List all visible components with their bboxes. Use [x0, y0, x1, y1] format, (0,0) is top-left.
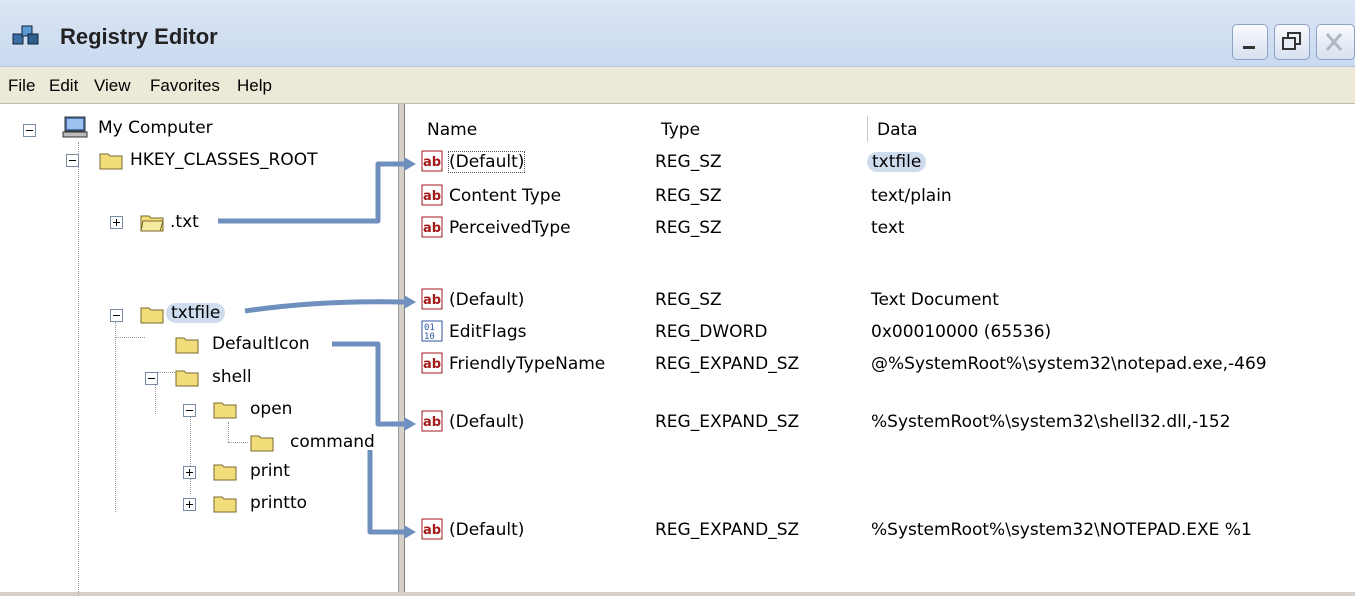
value-list-pane[interactable]: Name Type Data ab (Default) REG_SZ txtfile a… — [404, 104, 1355, 592]
value-type[interactable]: REG_EXPAND_SZ — [655, 412, 799, 432]
value-data[interactable]: 0x00010000 (65536) — [871, 322, 1051, 342]
column-header-name[interactable]: Name — [427, 120, 477, 140]
value-name[interactable]: FriendlyTypeName — [449, 354, 605, 374]
value-name[interactable]: (Default) — [447, 151, 526, 173]
key-tree-pane[interactable]: My Computer HKEY_CLASSES_ROOT .txt txtfi… — [0, 104, 399, 596]
string-value-icon: ab — [421, 352, 443, 374]
window-title: Registry Editor — [60, 24, 218, 49]
collapse-icon[interactable] — [23, 124, 36, 137]
value-data[interactable]: %SystemRoot%\system32\shell32.dll,-152 — [871, 412, 1231, 432]
column-header-data[interactable]: Data — [877, 120, 918, 140]
folder-icon — [99, 153, 123, 170]
string-value-icon: ab — [421, 184, 443, 206]
collapse-icon[interactable] — [110, 309, 123, 322]
collapse-icon[interactable] — [145, 372, 158, 385]
folder-icon — [213, 464, 237, 481]
string-value-icon: ab — [421, 410, 443, 432]
value-data[interactable]: text/plain — [871, 186, 952, 206]
collapse-icon[interactable] — [183, 404, 196, 417]
open-folder-icon — [140, 215, 164, 232]
binary-value-icon: 0110 — [421, 320, 443, 342]
folder-icon — [213, 402, 237, 419]
tree-node-hkey-classes-root[interactable]: HKEY_CLASSES_ROOT — [130, 150, 318, 170]
tree-node-defaulticon[interactable]: DefaultIcon — [212, 334, 310, 354]
svg-text:10: 10 — [424, 332, 435, 342]
menu-help[interactable]: Help — [237, 76, 272, 96]
folder-icon — [175, 370, 199, 387]
restore-icon — [1282, 32, 1301, 50]
value-data[interactable]: text — [871, 218, 905, 238]
string-value-icon: ab — [421, 288, 443, 310]
svg-text:ab: ab — [423, 523, 441, 538]
folder-icon — [250, 435, 274, 452]
pane-splitter[interactable] — [399, 104, 403, 592]
expand-icon[interactable] — [183, 466, 196, 479]
tree-node-my-computer[interactable]: My Computer — [98, 118, 213, 138]
tree-node-command[interactable]: command — [290, 432, 375, 452]
tree-node-shell[interactable]: shell — [212, 367, 252, 387]
svg-text:ab: ab — [423, 415, 441, 430]
menu-bar: File Edit View Favorites Help — [0, 67, 1355, 104]
menu-view[interactable]: View — [94, 76, 131, 96]
title-bar[interactable]: Registry Editor — [0, 0, 1355, 67]
folder-icon — [175, 337, 199, 354]
close-button[interactable] — [1316, 24, 1355, 60]
value-name[interactable]: EditFlags — [449, 322, 527, 342]
minimize-button[interactable] — [1232, 24, 1268, 60]
value-type[interactable]: REG_DWORD — [655, 322, 767, 342]
value-data[interactable]: Text Document — [871, 290, 999, 310]
close-icon — [1325, 33, 1343, 51]
value-type[interactable]: REG_SZ — [655, 290, 722, 310]
menu-favorites[interactable]: Favorites — [150, 76, 220, 96]
value-type[interactable]: REG_EXPAND_SZ — [655, 354, 799, 374]
value-name[interactable]: (Default) — [449, 412, 524, 432]
string-value-icon: ab — [421, 150, 443, 172]
collapse-icon[interactable] — [66, 154, 79, 167]
value-data[interactable]: %SystemRoot%\system32\NOTEPAD.EXE %1 — [871, 520, 1252, 540]
tree-node-txt[interactable]: .txt — [170, 212, 199, 232]
folder-icon — [140, 307, 164, 324]
minimize-icon — [1243, 46, 1255, 49]
computer-icon — [62, 116, 88, 138]
value-name[interactable]: (Default) — [449, 520, 524, 540]
svg-text:ab: ab — [423, 189, 441, 204]
svg-text:ab: ab — [423, 221, 441, 236]
value-type[interactable]: REG_SZ — [655, 152, 722, 172]
registry-editor-icon — [12, 25, 39, 45]
tree-node-print[interactable]: print — [250, 461, 290, 481]
tree-node-printto[interactable]: printto — [250, 493, 307, 513]
value-data[interactable]: @%SystemRoot%\system32\notepad.exe,-469 — [871, 354, 1267, 374]
string-value-icon: ab — [421, 216, 443, 238]
svg-text:ab: ab — [423, 155, 441, 170]
expand-icon[interactable] — [183, 498, 196, 511]
menu-edit[interactable]: Edit — [49, 76, 78, 96]
value-name[interactable]: (Default) — [449, 290, 524, 310]
tree-node-txtfile[interactable]: txtfile — [166, 303, 226, 323]
value-type[interactable]: REG_SZ — [655, 186, 722, 206]
expand-icon[interactable] — [110, 216, 123, 229]
value-name[interactable]: PerceivedType — [449, 218, 571, 238]
string-value-icon: ab — [421, 518, 443, 540]
restore-button[interactable] — [1274, 24, 1310, 60]
value-data[interactable]: txtfile — [867, 152, 927, 172]
tree-node-open[interactable]: open — [250, 399, 292, 419]
column-header-type[interactable]: Type — [661, 120, 700, 140]
folder-icon — [213, 496, 237, 513]
menu-file[interactable]: File — [8, 76, 35, 96]
value-name[interactable]: Content Type — [449, 186, 561, 206]
svg-text:ab: ab — [423, 357, 441, 372]
value-type[interactable]: REG_EXPAND_SZ — [655, 520, 799, 540]
svg-text:ab: ab — [423, 293, 441, 308]
value-type[interactable]: REG_SZ — [655, 218, 722, 238]
